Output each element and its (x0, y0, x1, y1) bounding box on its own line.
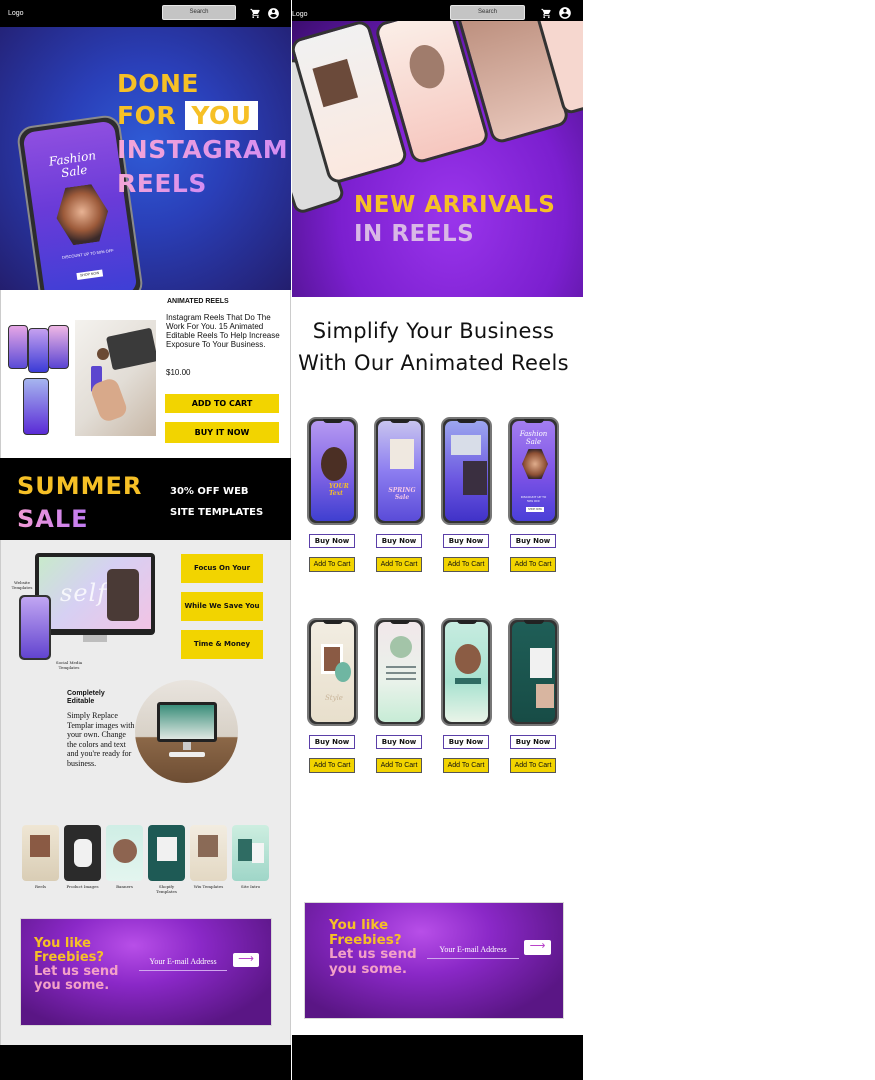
hero-phone-title: Fashion Sale (47, 148, 97, 181)
add-to-cart-button-5[interactable]: Add To Cart (309, 758, 355, 773)
editable-title: Completely Editable (67, 690, 105, 705)
product-description: Instagram Reels That Do The Work For You… (166, 313, 280, 349)
sale-title-line1: SUMMER (17, 472, 143, 500)
page-headline: Simplify Your Business With Our Animated… (298, 319, 569, 375)
hero-phone-discount: DISCOUNT UP TO 50% OFF (61, 247, 114, 260)
buy-now-button-2[interactable]: Buy Now (376, 534, 422, 548)
phone-text-your-text: YOUR Text (329, 483, 349, 497)
product-phone-your-text[interactable]: YOUR Text (307, 417, 358, 525)
right-footer (292, 1035, 583, 1080)
product-phone-style[interactable]: Style (307, 618, 358, 726)
left-footer (0, 1045, 291, 1080)
sale-title-line2: SALE (17, 505, 89, 533)
thumb-label-wix-templates: Wix Templates (193, 884, 224, 889)
hero-title-line4: REELS (117, 169, 207, 198)
account-icon[interactable] (267, 7, 280, 20)
thumb-label-banners: Banners (116, 884, 133, 889)
buy-now-button-7[interactable]: Buy Now (443, 735, 489, 749)
left-search-input[interactable]: Search (162, 5, 236, 20)
add-to-cart-button-1[interactable]: Add To Cart (309, 557, 355, 572)
sale-offer-line1: 30% OFF WEB (170, 486, 249, 497)
left-submit-button[interactable]: ⟶ (233, 953, 259, 967)
new-arrivals-line1: NEW ARRIVALS (354, 192, 556, 218)
phone-text-spring: SPRING Sale (388, 487, 416, 501)
right-newsletter-text: You like Freebies? Let us send you some. (329, 917, 417, 977)
buy-now-button-8[interactable]: Buy Now (510, 735, 556, 749)
product-phone-spring-sale[interactable]: SPRING Sale (374, 417, 425, 525)
left-newsletter-text: You like Freebies? Let us send you some. (34, 936, 119, 994)
left-email-input[interactable]: Your E-mail Address (139, 957, 227, 971)
thumb-label-product-images: Product Images (66, 884, 99, 889)
right-search-input[interactable]: Search (450, 5, 525, 20)
right-header (292, 0, 583, 21)
hero-title-for: FOR (117, 101, 177, 130)
arrow-right-icon: ⟶ (529, 940, 546, 952)
thumb-wix-templates[interactable] (190, 825, 227, 881)
phone-text-fashion-discount: DISCOUNT UP TO 50% OFF (520, 495, 547, 503)
hero-title-line2: FOR YOU (117, 101, 258, 130)
left-header (0, 0, 291, 27)
editable-description: Simply Replace Templar images with your … (67, 711, 135, 768)
buy-now-button-6[interactable]: Buy Now (376, 735, 422, 749)
monitor-image: selfie (35, 553, 155, 642)
add-to-cart-button-4[interactable]: Add To Cart (510, 557, 556, 572)
feature-focus-button[interactable]: Focus On Your Business (181, 554, 263, 601)
account-icon[interactable] (558, 6, 572, 20)
product-phone-collage[interactable] (441, 417, 492, 525)
feature-save-button[interactable]: While We Save You (181, 592, 263, 621)
label-social-media-templates: Social Media Templates (55, 660, 83, 670)
thumb-label-shopify-templates: Shopify Templates (156, 884, 177, 894)
sale-offer-line2: SITE TEMPLATES (170, 507, 264, 518)
right-submit-button[interactable]: ⟶ (524, 940, 551, 955)
thumb-banners[interactable] (106, 825, 143, 881)
product-phone-fashion-sale[interactable]: Fashion Sale DISCOUNT UP TO 50% OFF SHOP… (508, 417, 559, 525)
phone-text-fashion-cta: SHOP NOW (526, 507, 544, 512)
hero-phone-portrait (53, 182, 113, 247)
buy-now-button-3[interactable]: Buy Now (443, 534, 489, 548)
add-to-cart-button-3[interactable]: Add To Cart (443, 557, 489, 572)
product-title: ANIMATED REELS (167, 298, 229, 305)
feature-time-money-button[interactable]: Time & Money (181, 630, 263, 659)
cart-icon[interactable] (250, 8, 261, 19)
add-to-cart-button-7[interactable]: Add To Cart (443, 758, 489, 773)
product-price: $10.00 (166, 368, 191, 377)
thumb-label-site-intro: Site Intro (240, 884, 261, 889)
thumb-label-reels: Reels (34, 884, 47, 889)
cart-icon[interactable] (541, 8, 552, 19)
thumb-reels[interactable] (22, 825, 59, 881)
product-lifestyle-image (75, 320, 156, 436)
phone-text-fashion: Fashion Sale (519, 430, 548, 446)
new-arrivals-banner[interactable] (292, 21, 583, 297)
add-to-cart-button-6[interactable]: Add To Cart (376, 758, 422, 773)
left-logo[interactable]: Logo (8, 10, 24, 17)
desk-circle-image (135, 680, 238, 783)
hero-phone-cta: SHOP NOW (76, 269, 104, 281)
label-website-templates: Website Templates (11, 580, 33, 590)
add-to-cart-button-8[interactable]: Add To Cart (510, 758, 556, 773)
buy-it-now-button[interactable]: BUY IT NOW (165, 422, 279, 443)
product-phone-teal-fashion[interactable] (508, 618, 559, 726)
buy-now-button-5[interactable]: Buy Now (309, 735, 355, 749)
hero-title-you: YOU (185, 101, 258, 130)
hero-title-line1: DONE (117, 69, 200, 98)
right-email-input[interactable]: Your E-mail Address (427, 945, 519, 959)
new-arrivals-line2: IN REELS (354, 221, 475, 247)
phone-text-style: Style (325, 694, 343, 702)
buy-now-button-1[interactable]: Buy Now (309, 534, 355, 548)
buy-now-button-4[interactable]: Buy Now (510, 534, 556, 548)
thumb-product-images[interactable] (64, 825, 101, 881)
thumb-site-intro[interactable] (232, 825, 269, 881)
product-phone-portrait[interactable] (441, 618, 492, 726)
small-phone-image (19, 595, 51, 660)
product-phone-quote[interactable] (374, 618, 425, 726)
arrow-right-icon: ⟶ (238, 953, 254, 965)
hero-title-line3: INSTAGRAM (117, 135, 289, 164)
right-logo[interactable]: Logo (292, 11, 308, 18)
thumb-shopify-templates[interactable] (148, 825, 185, 881)
add-to-cart-button[interactable]: ADD TO CART (165, 394, 279, 413)
add-to-cart-button-2[interactable]: Add To Cart (376, 557, 422, 572)
product-phones-image (8, 322, 70, 438)
